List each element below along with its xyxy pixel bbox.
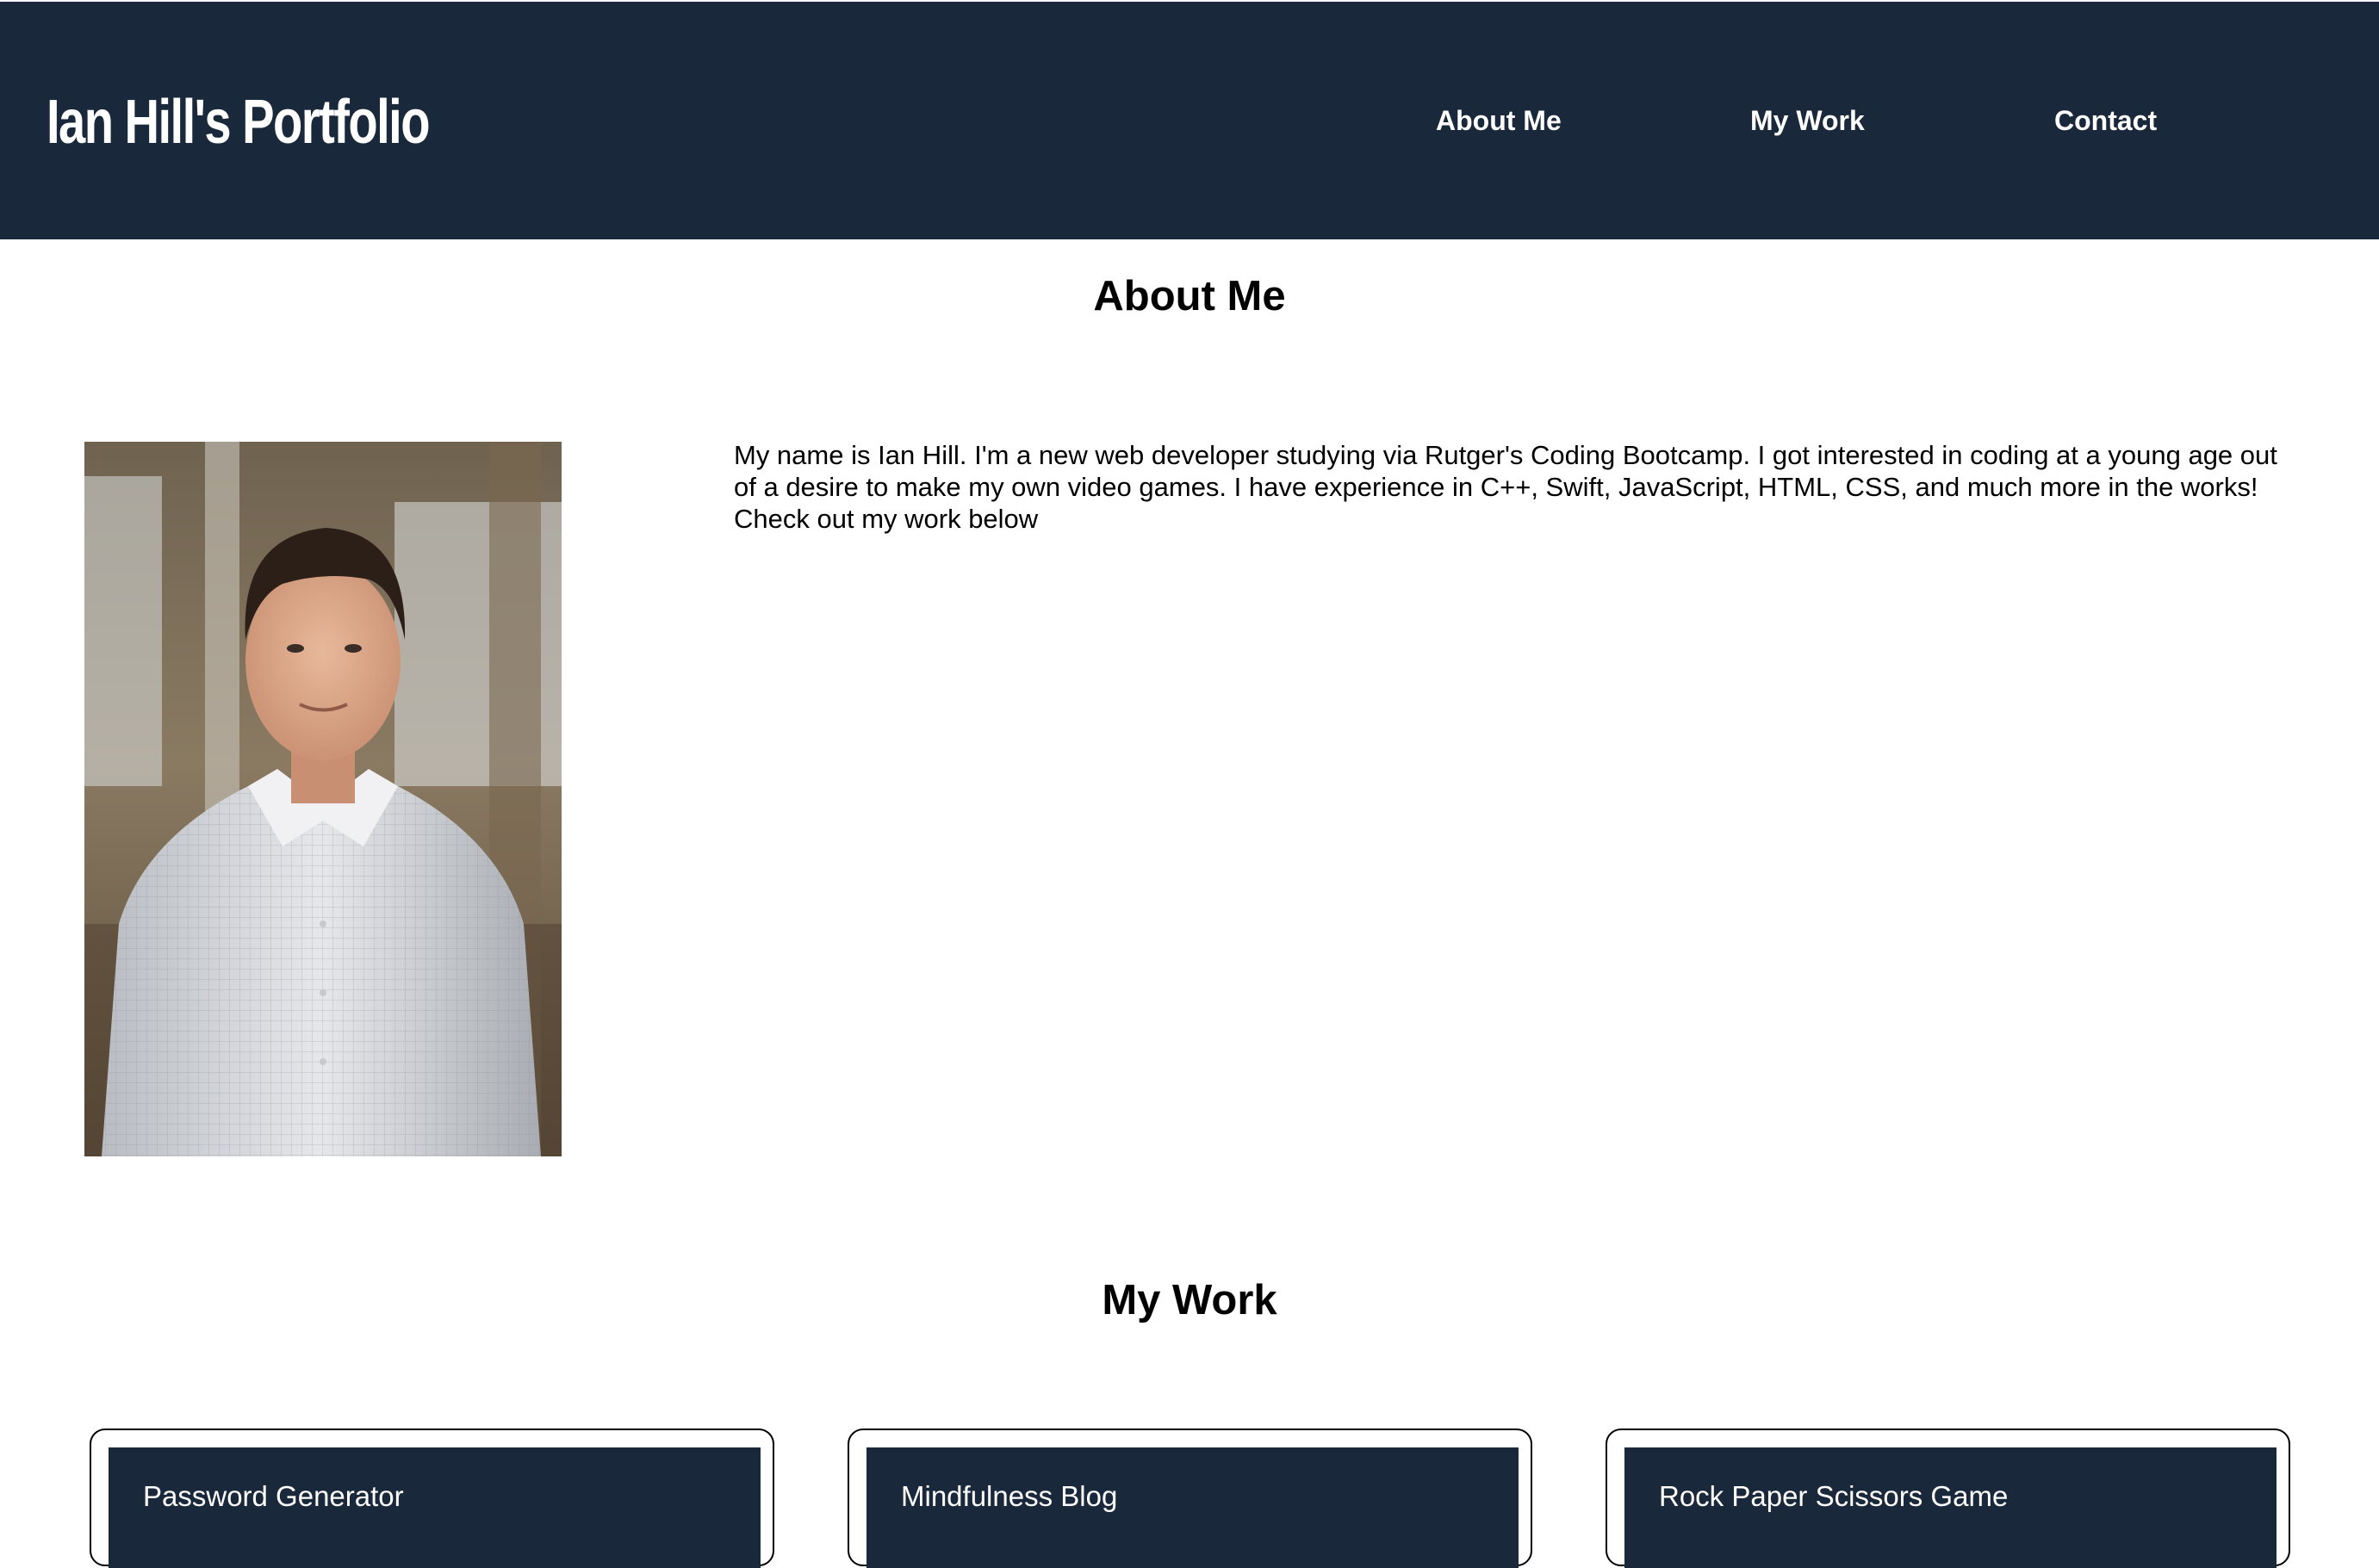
project-card-password-generator[interactable]: Password Generator: [90, 1429, 774, 1568]
project-title: Rock Paper Scissors Game: [1659, 1480, 2009, 1512]
project-title: Password Generator: [143, 1480, 404, 1512]
about-heading: About Me: [1093, 273, 1286, 319]
nav-about-me-link[interactable]: About Me: [1436, 103, 1562, 138]
project-card-bar: Mindfulness Blog: [867, 1447, 1519, 1568]
work-heading: My Work: [1102, 1277, 1277, 1323]
project-card-mindfulness-blog[interactable]: Mindfulness Blog: [848, 1429, 1532, 1568]
site-title: Ian Hill's Portfolio: [47, 88, 431, 157]
nav-my-work-link[interactable]: My Work: [1750, 103, 1865, 138]
project-card-rock-paper-scissors[interactable]: Rock Paper Scissors Game: [1606, 1429, 2290, 1568]
profile-photo: [84, 442, 562, 1156]
project-card-bar: Password Generator: [109, 1447, 761, 1568]
site-header: Ian Hill's Portfolio About Me My Work Co…: [0, 2, 2379, 239]
project-card-bar: Rock Paper Scissors Game: [1624, 1447, 2277, 1568]
nav-contact-link[interactable]: Contact: [2054, 103, 2157, 138]
project-title: Mindfulness Blog: [901, 1480, 1118, 1512]
about-description: My name is Ian Hill. I'm a new web devel…: [734, 440, 2277, 534]
